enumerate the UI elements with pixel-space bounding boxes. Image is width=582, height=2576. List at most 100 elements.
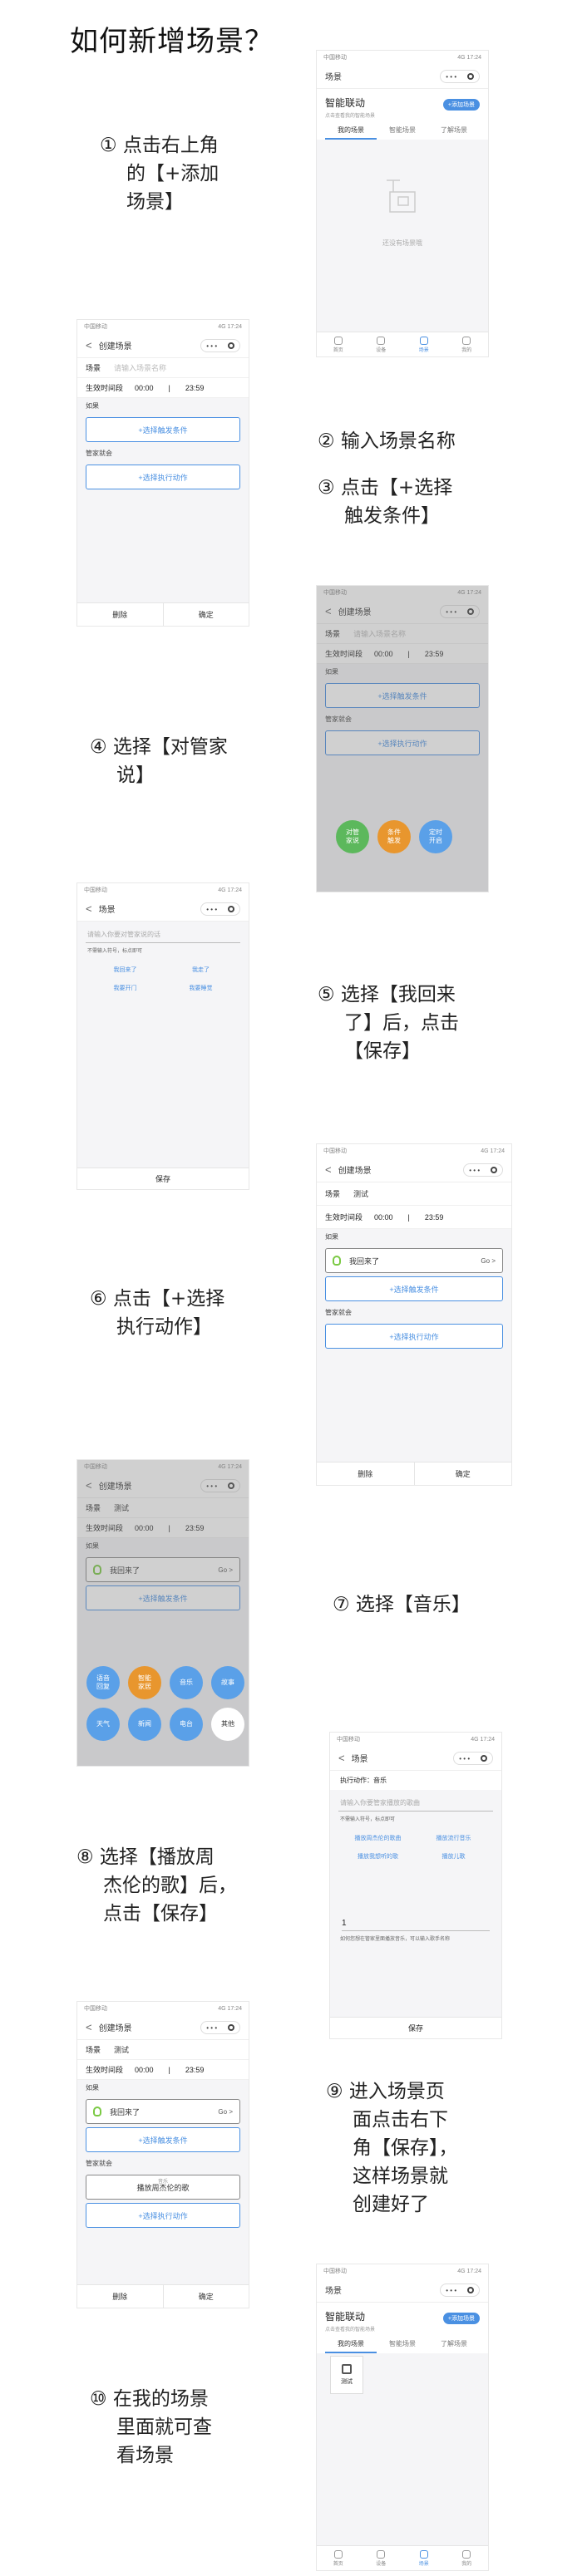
tab-my-scenes[interactable]: 我的场景 <box>325 2339 377 2353</box>
back-icon[interactable]: < <box>338 1752 345 1764</box>
close-circle-icon[interactable] <box>466 2287 474 2293</box>
save-button[interactable]: 保存 <box>330 2017 501 2038</box>
music-hint: 不需输入符号，标点即可 <box>340 1817 396 1822</box>
tabbar-home[interactable]: 首页 <box>317 2546 360 2570</box>
trigger-item[interactable]: 我回来了 Go > <box>325 1248 503 1273</box>
scene-name-input[interactable]: 请输入场景名称 <box>114 362 166 373</box>
confirm-button[interactable]: 确定 <box>164 603 249 626</box>
scene-name-value[interactable]: 测试 <box>353 1188 368 1199</box>
capsule-menu[interactable]: • • • <box>440 70 480 83</box>
tab-smart-scenes[interactable]: 智能场景 <box>377 2339 428 2353</box>
tabbar-mine[interactable]: 我的 <box>446 2546 489 2570</box>
empty-illustration <box>382 175 425 220</box>
tab-learn-scenes[interactable]: 了解场景 <box>428 125 480 140</box>
back-icon[interactable]: < <box>86 339 92 351</box>
action-option[interactable]: 新闻 <box>128 1708 161 1741</box>
step-7-text: ⑦ 选择【音乐】 <box>333 1594 471 1615</box>
screenshot-final-scene: 中国移动 4G 17:24 < 创建场景 • • • 场景 测试 生效时间段 00:00… <box>76 2001 249 2308</box>
select-action-button[interactable]: +选择执行动作 <box>325 1324 503 1349</box>
capsule-menu[interactable]: • • • <box>200 339 240 352</box>
tabbar-home[interactable]: 首页 <box>317 332 360 356</box>
nav-title: 创建场景 <box>98 342 132 351</box>
trigger-option[interactable]: 条件 触发 <box>377 820 411 853</box>
confirm-button[interactable]: 确定 <box>164 2285 249 2308</box>
tab-my-scenes[interactable]: 我的场景 <box>325 125 377 140</box>
screenshot-music-action: 中国移动 4G 17:24 < 场景 • • • 执行动作：音乐 请输入你要管家播放… <box>329 1732 502 2039</box>
chip-go-sleep[interactable]: 我要睡觉 <box>163 979 239 997</box>
say-suggestions: 我回来了 我走了 我要开门 我要睡觉 <box>77 957 249 1000</box>
select-trigger-button[interactable]: +选择触发条件 <box>86 417 240 442</box>
scene-card[interactable]: 测试 <box>330 2356 363 2394</box>
capsule-menu[interactable]: • • • <box>453 1752 493 1765</box>
back-icon[interactable]: < <box>325 1163 332 1176</box>
empty-text: 还没有场景哦 <box>382 239 422 247</box>
action-item[interactable]: 音乐 播放周杰伦的歌 <box>86 2175 240 2200</box>
action-options: 语音 回复 智能 家居 音乐 故事天气 新闻 电台 其他 <box>82 1666 249 1749</box>
select-trigger-button[interactable]: +选择触发条件 <box>325 1276 503 1301</box>
device-icon <box>377 336 386 345</box>
close-circle-icon[interactable] <box>227 342 234 349</box>
tabbar-scene[interactable]: 场景 <box>402 332 446 356</box>
scene-name-row[interactable]: 场景 请输入场景名称 <box>77 358 249 378</box>
close-circle-icon[interactable] <box>480 1755 487 1762</box>
action-option[interactable]: 故事 <box>211 1666 244 1699</box>
navbar: 场景 • • • <box>317 64 488 89</box>
capsule-menu[interactable]: • • • <box>200 902 240 916</box>
tab-smart-scenes[interactable]: 智能场景 <box>377 125 428 140</box>
music-count: 1 <box>342 1919 490 1931</box>
add-scene-button[interactable]: +添加场景 <box>442 2313 480 2324</box>
scene-name-value[interactable]: 测试 <box>114 2044 129 2055</box>
add-scene-button[interactable]: +添加场景 <box>442 99 480 111</box>
close-circle-icon[interactable] <box>227 2024 234 2031</box>
chip-kids-song[interactable]: 播放儿歌 <box>416 1847 491 1866</box>
time-row[interactable]: 生效时间段 00:00 | 23:59 <box>77 378 249 398</box>
confirm-button[interactable]: 确定 <box>415 1463 512 1485</box>
action-option[interactable]: 语音 回复 <box>86 1666 120 1699</box>
delete-button[interactable]: 删除 <box>77 603 164 626</box>
chip-jay-chou[interactable]: 播放周杰伦的歌曲 <box>340 1829 416 1847</box>
action-option[interactable]: 天气 <box>86 1708 120 1741</box>
chip-pop-music[interactable]: 播放流行音乐 <box>416 1829 491 1847</box>
capsule-menu[interactable]: • • • <box>440 2283 480 2297</box>
screenshot-create-scene-blank: 中国移动 4G 17:24 < 创建场景 • • • 场景 请输入场景名称 生效时间段… <box>76 319 249 627</box>
close-circle-icon[interactable] <box>466 73 474 80</box>
select-action-button[interactable]: +选择执行动作 <box>86 465 240 489</box>
action-option[interactable]: 音乐 <box>170 1666 203 1699</box>
music-input[interactable]: 请输入你要管家播放的歌曲 <box>338 1795 493 1812</box>
select-action-button[interactable]: +选择执行动作 <box>86 2203 240 2228</box>
capsule-menu[interactable]: • • • <box>200 2021 240 2034</box>
trigger-option[interactable]: 定时 开启 <box>419 820 452 853</box>
save-button[interactable]: 保存 <box>77 1168 249 1189</box>
delete-button[interactable]: 删除 <box>317 1463 415 1485</box>
action-option[interactable]: 其他 <box>211 1708 244 1741</box>
capsule-menu[interactable]: • • • <box>463 1163 503 1177</box>
step-4-text: ④ 选择【对管家 说】 <box>90 736 228 786</box>
trigger-option[interactable]: 对管 家说 <box>336 820 369 853</box>
scene-subtitle: 点击查看我的智能场景 <box>325 114 376 119</box>
step-9-text: ⑨ 进入场景页 面点击右下 角【保存】， 这样场景就 创建好了 <box>326 2081 458 2215</box>
trigger-item[interactable]: 我回来了 Go > <box>86 2099 240 2124</box>
tabbar-device[interactable]: 设备 <box>360 332 403 356</box>
tabbar-scene[interactable]: 场景 <box>402 2546 446 2570</box>
home-icon <box>333 336 343 345</box>
user-icon <box>462 336 471 345</box>
tabbar-device[interactable]: 设备 <box>360 2546 403 2570</box>
delete-button[interactable]: 删除 <box>77 2285 164 2308</box>
tab-learn-scenes[interactable]: 了解场景 <box>428 2339 480 2353</box>
chip-i-am-back[interactable]: 我回来了 <box>87 961 163 979</box>
chip-open-door[interactable]: 我要开门 <box>87 979 163 997</box>
close-circle-icon[interactable] <box>227 906 234 912</box>
say-hint: 不需输入符号，标点即可 <box>87 949 143 954</box>
say-input[interactable]: 请输入你要对管家说的话 <box>86 927 240 943</box>
back-icon[interactable]: < <box>86 2021 92 2033</box>
select-trigger-button[interactable]: +选择触发条件 <box>86 2127 240 2152</box>
screenshot-say-to-butler: 中国移动 4G 17:24 < 场景 • • • 请输入你要对管家说的话 不需输入符… <box>76 882 249 1190</box>
chip-i-am-leaving[interactable]: 我走了 <box>163 961 239 979</box>
butler-section-label: 管家就会 <box>77 445 249 461</box>
action-option[interactable]: 智能 家居 <box>128 1666 161 1699</box>
back-icon[interactable]: < <box>86 902 92 915</box>
chip-favorite-song[interactable]: 播放我想听的歌 <box>340 1847 416 1866</box>
tabbar-mine[interactable]: 我的 <box>446 332 489 356</box>
action-option[interactable]: 电台 <box>170 1708 203 1741</box>
close-circle-icon[interactable] <box>490 1167 497 1173</box>
